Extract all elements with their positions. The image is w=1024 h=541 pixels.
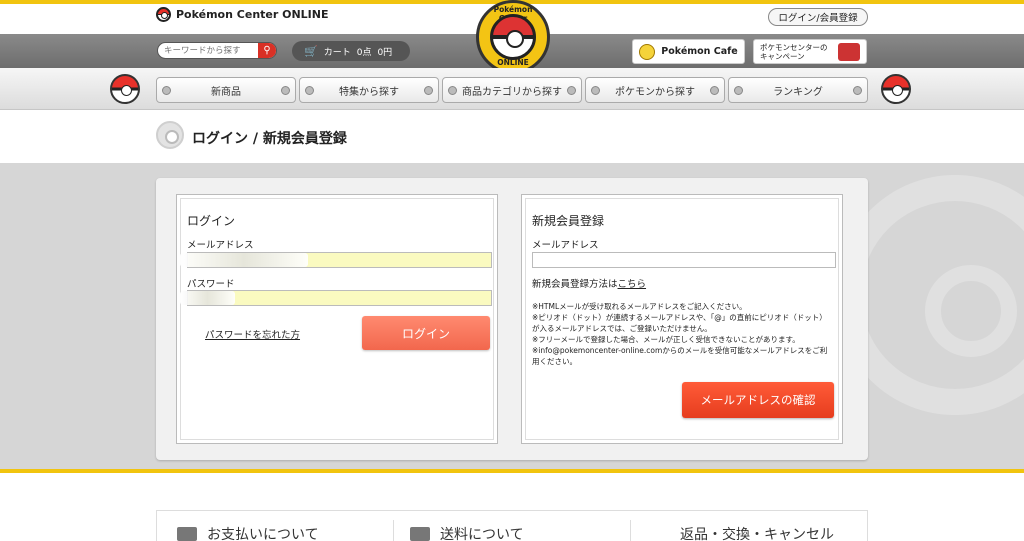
pokemon-cafe-link[interactable]: Pokémon Cafe bbox=[632, 39, 745, 64]
campaign-line-1: ポケモンセンターの bbox=[760, 42, 828, 52]
campaign-line-2: キャンペーン bbox=[760, 51, 805, 61]
pokeball-icon bbox=[490, 14, 536, 60]
register-notes: ※HTMLメールが受け取れるメールアドレスをご記入ください。 ※ピリオド（ドット… bbox=[532, 301, 832, 367]
footer-shipping[interactable]: 送料について bbox=[410, 524, 524, 541]
footer-label: 送料について bbox=[440, 527, 524, 541]
login-register-button[interactable]: ログイン/会員登録 bbox=[768, 8, 868, 26]
bullet-icon bbox=[448, 86, 457, 95]
brand-name: Pokémon Center ONLINE bbox=[176, 8, 329, 21]
divider bbox=[393, 520, 394, 541]
campaign-link[interactable]: ポケモンセンターの キャンペーン bbox=[753, 39, 867, 64]
footer-payment[interactable]: お支払いについて bbox=[177, 524, 319, 541]
nav-label: 特集から探す bbox=[339, 86, 399, 98]
bullet-icon bbox=[710, 86, 719, 95]
register-email-input[interactable] bbox=[532, 252, 836, 268]
bullet-icon bbox=[424, 86, 433, 95]
nav-ranking[interactable]: ランキング bbox=[728, 77, 868, 103]
login-heading: ログイン bbox=[187, 214, 236, 228]
nav-new-items[interactable]: 新商品 bbox=[156, 77, 296, 103]
search-button[interactable]: ⚲ bbox=[258, 43, 276, 58]
howto-link[interactable]: こちら bbox=[618, 279, 647, 290]
nav-label: 新商品 bbox=[211, 86, 241, 98]
nav-label: ポケモンから探す bbox=[615, 86, 695, 98]
bullet-icon bbox=[853, 86, 862, 95]
nav-label: ランキング bbox=[773, 86, 823, 98]
footer-label: お支払いについて bbox=[207, 527, 319, 541]
register-howto: 新規会員登録方法はこちら bbox=[532, 276, 646, 290]
nav-pokemon[interactable]: ポケモンから探す bbox=[585, 77, 725, 103]
cart-button[interactable]: 🛒 カート 0点 0円 bbox=[292, 41, 410, 61]
cafe-label: Pokémon Cafe bbox=[661, 46, 738, 57]
howto-text: 新規会員登録方法は bbox=[532, 279, 618, 290]
bullet-icon bbox=[305, 86, 314, 95]
page-title-area bbox=[0, 111, 1024, 163]
footer-label: 返品・交換・キャンセル bbox=[680, 527, 834, 541]
search-input[interactable] bbox=[158, 43, 258, 58]
confirm-email-button[interactable]: メールアドレスの確認 bbox=[682, 382, 834, 418]
credit-card-icon bbox=[177, 527, 197, 541]
redaction-mask bbox=[180, 253, 308, 267]
search-icon: ⚲ bbox=[263, 45, 271, 56]
register-heading: 新規会員登録 bbox=[532, 214, 605, 228]
bullet-icon bbox=[591, 86, 600, 95]
bullet-icon bbox=[734, 86, 743, 95]
login-password-label: パスワード bbox=[187, 279, 235, 290]
pokeball-icon bbox=[110, 74, 140, 104]
cart-price: 0円 bbox=[377, 47, 393, 58]
bullet-icon bbox=[567, 86, 576, 95]
bullet-icon bbox=[162, 86, 171, 95]
footer-returns[interactable]: 返品・交換・キャンセル bbox=[680, 524, 834, 541]
cart-label: カート bbox=[323, 47, 351, 58]
cart-icon: 🛒 bbox=[304, 44, 318, 58]
register-email-label: メールアドレス bbox=[532, 240, 599, 251]
nav-label: 商品カテゴリから探す bbox=[462, 86, 562, 98]
search-box: ⚲ bbox=[157, 42, 277, 59]
pokeball-icon bbox=[881, 74, 911, 104]
note: ※フリーメールで登録した場合、メールが正しく受信できないことがあります。 bbox=[532, 335, 800, 344]
pokemon-center-emblem[interactable]: Pokémon Center ONLINE bbox=[476, 0, 550, 74]
forgot-password-link[interactable]: パスワードを忘れた方 bbox=[205, 327, 300, 341]
login-email-label: メールアドレス bbox=[187, 240, 254, 251]
login-button[interactable]: ログイン bbox=[362, 316, 490, 350]
divider bbox=[630, 520, 631, 541]
pikachu-icon bbox=[639, 43, 656, 60]
brand-logo[interactable]: Pokémon Center ONLINE bbox=[156, 7, 329, 22]
store-icon bbox=[838, 43, 860, 61]
note: ※info@pokemoncenter-online.comからのメールを受信可… bbox=[532, 346, 828, 366]
nav-features[interactable]: 特集から探す bbox=[299, 77, 439, 103]
nav-categories[interactable]: 商品カテゴリから探す bbox=[442, 77, 582, 103]
pokeball-icon bbox=[156, 7, 171, 22]
note: ※HTMLメールが受け取れるメールアドレスをご記入ください。 bbox=[532, 302, 747, 311]
note: ※ピリオド（ドット）が連続するメールアドレスや、「@」の直前にピリオド（ドット）… bbox=[532, 313, 827, 333]
cart-count: 0点 bbox=[356, 47, 372, 58]
bullet-icon bbox=[281, 86, 290, 95]
emblem-text-bottom: ONLINE bbox=[497, 58, 529, 67]
pokeball-icon bbox=[156, 121, 184, 149]
redaction-mask bbox=[180, 291, 235, 305]
truck-icon bbox=[410, 527, 430, 541]
page-title: ログイン / 新規会員登録 bbox=[192, 131, 347, 147]
